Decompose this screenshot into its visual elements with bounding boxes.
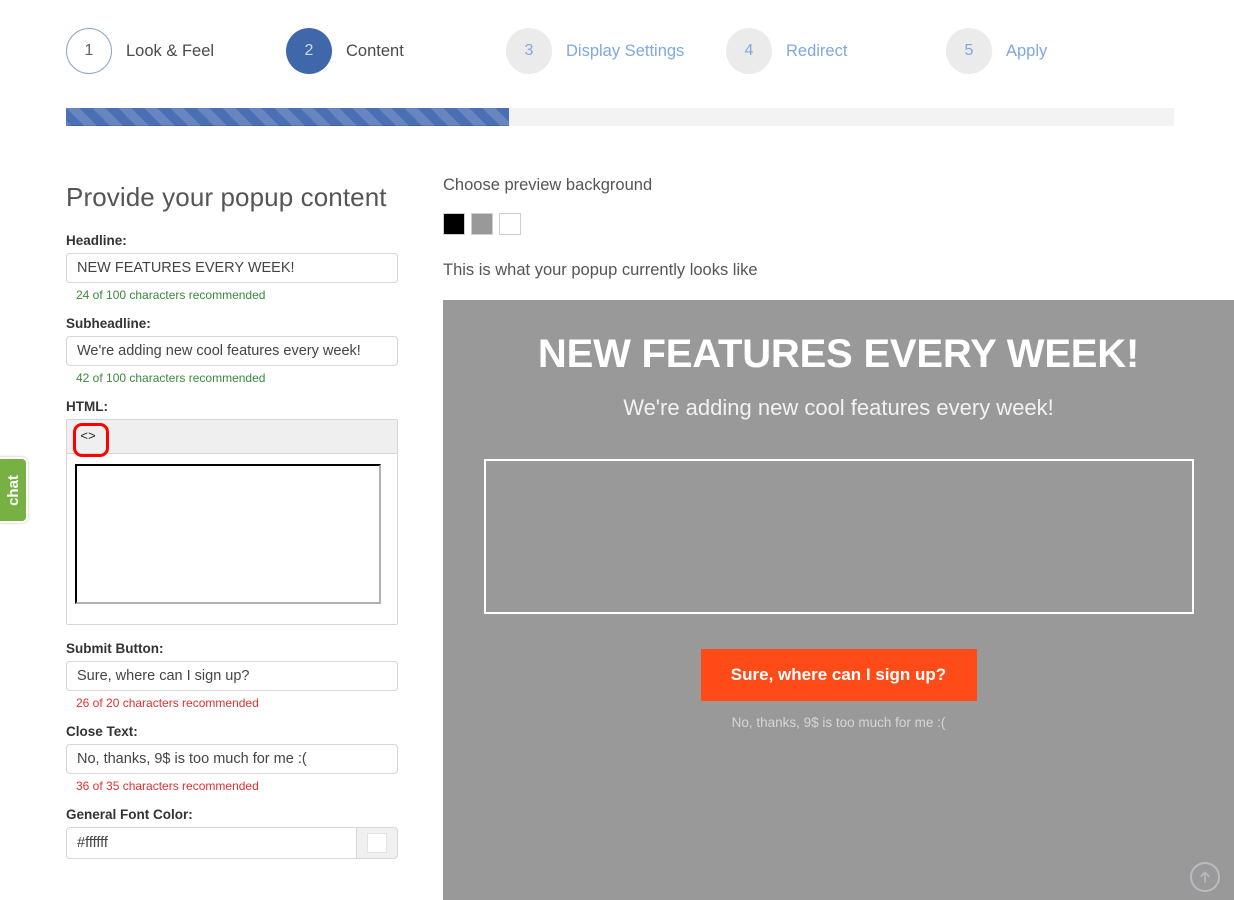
html-editor-body — [67, 454, 397, 624]
preview-controls: Choose preview background This is what y… — [443, 176, 758, 280]
html-editor-textarea[interactable] — [75, 464, 381, 604]
popup-preview-close-text[interactable]: No, thanks, 9$ is too much for me :( — [443, 715, 1234, 730]
wizard-steps: 1 Look & Feel 2 Content 3 Display Settin… — [66, 22, 1176, 80]
close-text-hint: 36 of 35 characters recommended — [76, 779, 259, 793]
headline-input[interactable]: NEW FEATURES EVERY WEEK! — [66, 253, 398, 283]
background-swatch-group — [443, 213, 758, 235]
wizard-progress-bar — [66, 108, 1174, 126]
submit-button-hint: 26 of 20 characters recommended — [76, 696, 259, 710]
html-editor-toolbar: <> — [67, 420, 397, 457]
gray-background-swatch[interactable] — [471, 213, 493, 235]
black-background-swatch[interactable] — [443, 213, 465, 235]
close-text-input[interactable]: No, thanks, 9$ is too much for me :( — [66, 744, 398, 774]
step-number-circle: 5 — [946, 28, 992, 74]
general-font-color-input[interactable]: #ffffff — [66, 827, 356, 859]
step-label: Content — [346, 41, 404, 60]
popup-preview-subheadline: We're adding new cool features every wee… — [623, 395, 1054, 420]
wizard-step-content[interactable]: 2 Content — [286, 28, 506, 74]
chat-tab-label: chat — [4, 474, 22, 506]
step-label: Look & Feel — [126, 41, 215, 60]
choose-background-heading: Choose preview background — [443, 176, 653, 194]
subheadline-input[interactable]: We're adding new cool features every wee… — [66, 336, 398, 366]
page-title: Provide your popup content — [66, 182, 387, 212]
submit-button-label: Submit Button: — [66, 641, 164, 656]
step-number-circle: 2 — [286, 28, 332, 74]
headline-label: Headline: — [66, 233, 127, 248]
headline-hint: 24 of 100 characters recommended — [76, 288, 266, 302]
step-number-circle: 4 — [726, 28, 772, 74]
subheadline-hint: 42 of 100 characters recommended — [76, 371, 266, 385]
popup-content-form: Provide your popup content Headline: NEW… — [66, 182, 398, 859]
step-label: Display Settings — [566, 41, 685, 60]
color-picker-button[interactable] — [356, 827, 398, 859]
chat-tab-button[interactable]: chat — [0, 457, 28, 523]
white-background-swatch[interactable] — [499, 213, 521, 235]
submit-button-input[interactable]: Sure, where can I sign up? — [66, 661, 398, 691]
html-editor: <> — [66, 419, 398, 625]
source-code-icon[interactable]: <> — [73, 422, 109, 457]
popup-preview-submit-button[interactable]: Sure, where can I sign up? — [700, 649, 977, 701]
wizard-step-display-settings[interactable]: 3 Display Settings — [506, 28, 726, 74]
popup-preview-html-area — [483, 459, 1194, 614]
wizard-step-redirect[interactable]: 4 Redirect — [726, 28, 946, 74]
wizard-progress-fill — [66, 108, 510, 126]
step-number-circle: 3 — [506, 28, 552, 74]
preview-caption: This is what your popup currently looks … — [443, 261, 758, 279]
general-font-color-label: General Font Color: — [66, 807, 193, 822]
popup-preview-panel: NEW FEATURES EVERY WEEK! We're adding ne… — [443, 300, 1234, 900]
step-number-circle: 1 — [66, 28, 112, 74]
subheadline-label: Subheadline: — [66, 316, 151, 331]
wizard-step-look-and-feel[interactable]: 1 Look & Feel — [66, 28, 286, 74]
popup-preview-headline: NEW FEATURES EVERY WEEK! — [537, 332, 1140, 376]
close-text-label: Close Text: — [66, 724, 138, 739]
html-label: HTML: — [66, 399, 108, 414]
arrow-up-icon — [1200, 871, 1210, 883]
general-font-color-field: #ffffff — [66, 827, 398, 859]
step-label: Apply — [1006, 41, 1048, 60]
scroll-to-top-button[interactable] — [1190, 862, 1220, 892]
wizard-step-apply[interactable]: 5 Apply — [946, 28, 1166, 74]
step-label: Redirect — [786, 41, 848, 60]
color-swatch-preview — [367, 833, 387, 853]
